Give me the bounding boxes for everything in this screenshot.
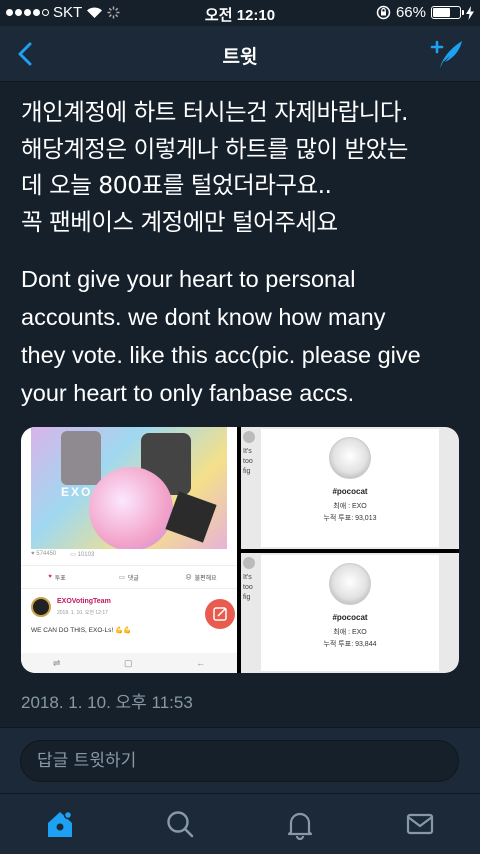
post-username: EXOVotingTeam: [57, 598, 111, 605]
media-image-3[interactable]: It's too fig #pococat 최애 : EXO 누적 투표: 93…: [241, 553, 459, 673]
media-image-1[interactable]: EXO ♥ 574450 ▭ 10103 ♥ 투표 ▭ 댓글 ☹ 불편해요 EXOVo…: [21, 427, 237, 673]
home-icon[interactable]: [44, 808, 76, 840]
orientation-lock-icon: [376, 5, 391, 20]
post-text: WE CAN DO THIS, EXO-Ls! 💪💪: [31, 627, 132, 634]
battery-percent: 66%: [395, 4, 426, 21]
tweet-ko-line: 개인계정에 하트 터시는건 자제바랍니다.: [21, 98, 408, 126]
page-title: 트윗: [222, 47, 258, 68]
tweet-media-grid: EXO ♥ 574450 ▭ 10103 ♥ 투표 ▭ 댓글 ☹ 불편해요 EXOVo…: [21, 427, 459, 673]
avatar: [243, 557, 255, 569]
tab-bar: [0, 793, 480, 854]
peek-text: It's too fig: [243, 448, 253, 475]
tweet-text-korean: 개인계정에 하트 터시는건 자제바랍니다. 해당계정은 이렇게나 하트를 많이 …: [21, 94, 461, 240]
hearts-count: ♥ 574450: [31, 551, 57, 557]
vote-action: ♥ 투표: [48, 574, 66, 582]
report-action: ☹ 불편해요: [185, 574, 217, 582]
profile-handle: #pococat: [332, 487, 368, 496]
profile-bias: 최애 : EXO: [333, 503, 367, 510]
tweet-ko-line: 데 오늘 800표를 털었더라구요..: [21, 171, 332, 199]
compose-tweet-icon[interactable]: [430, 38, 464, 70]
back-arrow-icon: ←: [196, 658, 206, 668]
album-art-image: EXO: [31, 427, 227, 549]
comment-icon: ▭: [70, 552, 78, 558]
tweet-en-line: Dont give your heart to personal: [21, 266, 356, 292]
android-nav-bar: ⇌ ▢ ←: [21, 653, 237, 673]
notifications-bell-icon[interactable]: [284, 808, 316, 840]
tweet-en-line: they vote. like this acc(pic. please giv…: [21, 342, 421, 368]
tweet-text-english: Dont give your heart to personal account…: [21, 260, 461, 412]
comment-action: ▭ 댓글: [119, 574, 139, 582]
comments-count: ▭ 10103: [70, 552, 95, 558]
edit-fab-icon: [205, 599, 235, 629]
art-label: EXO: [61, 485, 93, 499]
battery-fill: [433, 8, 451, 17]
profile-votes: 누적 투표: 93,844: [323, 641, 377, 648]
nav-bar: 트윗: [0, 26, 480, 82]
frown-icon: ☹: [185, 574, 192, 581]
profile-votes: 누적 투표: 93,013: [323, 515, 377, 522]
post-actions: ♥ 투표 ▭ 댓글 ☹ 불편해요: [21, 565, 237, 589]
messages-envelope-icon[interactable]: [404, 808, 436, 840]
search-icon[interactable]: [164, 808, 196, 840]
profile-card: #pococat 최애 : EXO 누적 투표: 93,013: [261, 429, 439, 547]
cat-avatar: [329, 563, 371, 605]
battery-icon: [431, 6, 464, 19]
tweet-ko-line: 꼭 팬베이스 계정에만 털어주세요: [21, 207, 338, 236]
tweet-detail: 개인계정에 하트 터시는건 자제바랍니다. 해당계정은 이렇게나 하트를 많이 …: [0, 82, 480, 727]
status-right: 66%: [376, 4, 474, 21]
cat-avatar: [329, 437, 371, 479]
media-image-2[interactable]: It's too fig #pococat 최애 : EXO 누적 투표: 93…: [241, 427, 459, 549]
post-date: 2018. 1. 10. 오전 12:17: [57, 610, 108, 616]
profile-handle: #pococat: [332, 613, 368, 622]
tweet-en-line: your heart to only fanbase accs.: [21, 380, 355, 406]
profile-bias: 최애 : EXO: [333, 629, 367, 636]
recents-icon: ⇌: [52, 657, 61, 668]
tweet-en-line: accounts. we dont know how many: [21, 304, 386, 330]
avatar: [243, 431, 255, 443]
heart-icon: ♥: [48, 574, 52, 580]
home-square-icon: ▢: [124, 657, 133, 668]
comment-icon: ▭: [119, 574, 125, 581]
tweet-ko-line: 해당계정은 이렇게나 하트를 많이 받았는: [21, 134, 408, 163]
tweet-timestamp: 2018. 1. 10. 오후 11:53: [21, 693, 193, 712]
profile-card: #pococat 최애 : EXO 누적 투표: 93,844: [261, 555, 439, 671]
post-stats: ♥ 574450 ▭ 10103: [31, 551, 94, 558]
peek-text: It's too fig: [243, 574, 253, 601]
reply-bar: 답글 트윗하기: [0, 727, 480, 793]
charging-bolt-icon: [466, 5, 474, 20]
reply-input[interactable]: 답글 트윗하기: [20, 740, 459, 782]
avatar: [31, 597, 51, 617]
status-bar: SKT 오전 12:10 66%: [0, 0, 480, 26]
